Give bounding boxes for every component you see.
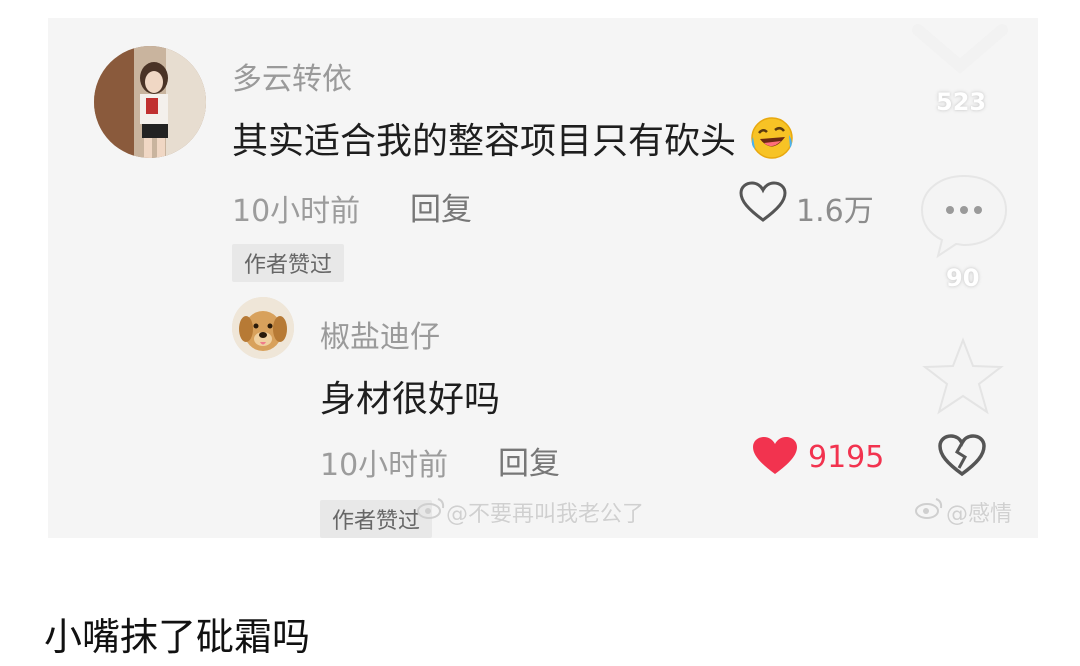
avatar[interactable] [94, 46, 206, 158]
reply-like-heart-icon[interactable] [750, 434, 800, 478]
reply-avatar[interactable] [232, 297, 294, 359]
comment-like-heart-icon[interactable] [738, 180, 788, 224]
author-liked-badge: 作者赞过 [232, 244, 345, 282]
reply-reply-button[interactable]: 回复 [498, 438, 560, 483]
reply-like-count: 9195 [808, 440, 885, 475]
side-favorite-star-icon[interactable] [922, 336, 1004, 418]
reply-text: 身材很好吗 [320, 379, 501, 420]
comment-text: 其实适合我的整容项目只有砍头 [232, 112, 795, 164]
reply-username[interactable]: 椒盐迪仔 [320, 312, 440, 356]
side-comment-icon[interactable] [916, 170, 1012, 262]
avatar-image [94, 46, 206, 158]
dog-avatar-image [232, 297, 294, 359]
comment-reply-button[interactable]: 回复 [410, 184, 472, 229]
comment-screenshot: 多云转依 其实适合我的整容项目只有砍头 10小时前 回复 1.6万 作者赞过 椒… [0, 0, 1080, 560]
weibo-logo-icon [417, 498, 445, 519]
watermark-left: @不要再叫我老公了 [446, 502, 645, 527]
side-comment-count: 90 [946, 264, 980, 292]
dislike-broken-heart-icon[interactable] [936, 432, 988, 478]
reply-timestamp: 10小时前 [320, 448, 449, 483]
comment-username[interactable]: 多云转依 [232, 54, 352, 98]
laughing-crying-emoji-icon [751, 117, 794, 159]
side-like-count: 523 [936, 88, 987, 116]
comment-like-count: 1.6万 [796, 194, 874, 229]
weibo-logo-icon-right [915, 498, 943, 519]
side-like-icon[interactable] [912, 22, 1008, 78]
comment-timestamp: 10小时前 [232, 194, 361, 229]
post-caption: 小嘴抹了砒霜吗 [44, 615, 311, 659]
comment-text-body: 其实适合我的整容项目只有砍头 [232, 121, 737, 162]
watermark-right: @感情 [946, 502, 1013, 527]
